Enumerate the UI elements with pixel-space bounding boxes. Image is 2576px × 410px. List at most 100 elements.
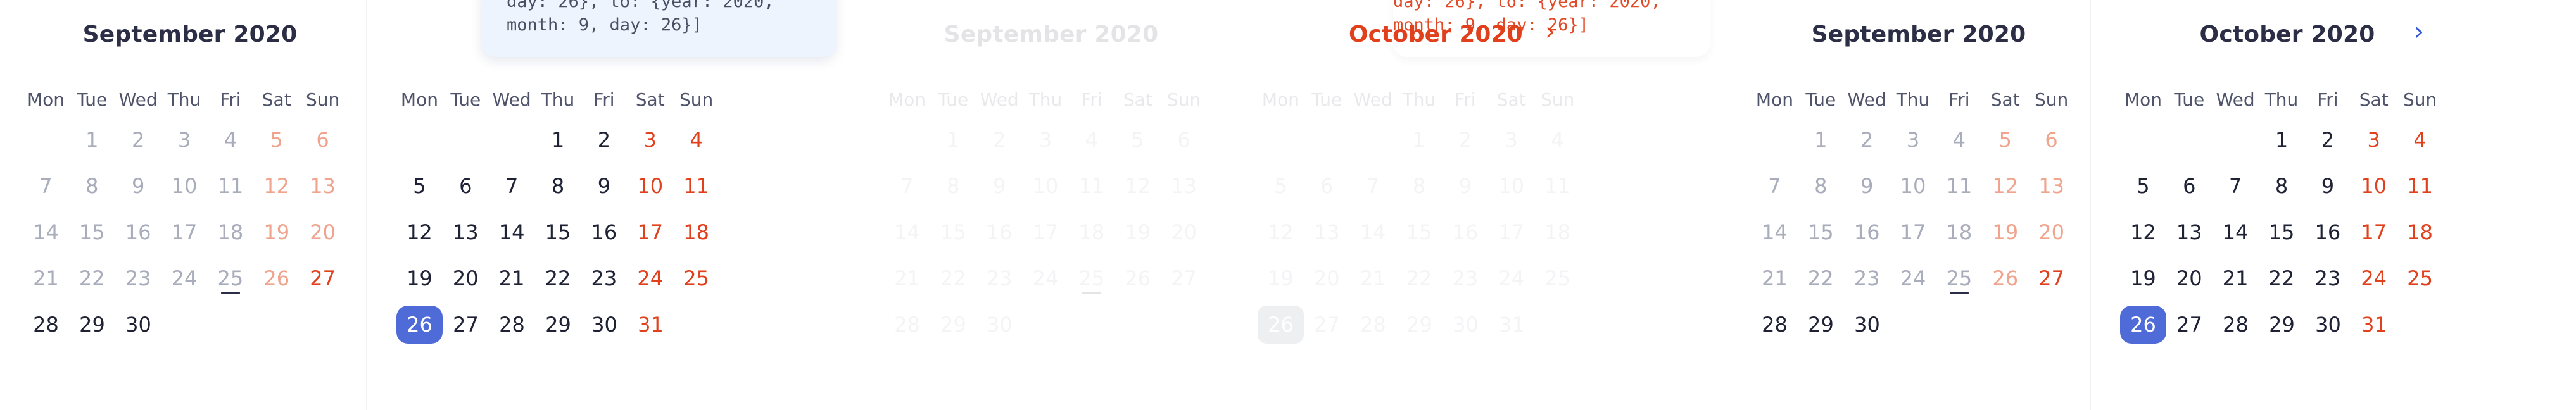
day-cell[interactable]: 10 — [627, 167, 673, 205]
day-cell[interactable]: 21 — [23, 259, 69, 297]
day-cell[interactable]: 3 — [627, 121, 673, 159]
day-cell[interactable]: 27 — [300, 259, 346, 297]
day-cell[interactable]: 18 — [1936, 213, 1982, 251]
day-cell[interactable]: 12 — [1982, 167, 2028, 205]
day-cell[interactable]: 4 — [1936, 121, 1982, 159]
day-cell[interactable]: 19 — [2120, 259, 2166, 297]
day-cell[interactable]: 24 — [161, 259, 208, 297]
day-cell[interactable]: 4 — [673, 121, 719, 159]
day-cell[interactable]: 27 — [2028, 259, 2074, 297]
day-cell[interactable]: 28 — [489, 306, 535, 344]
day-cell[interactable]: 21 — [489, 259, 535, 297]
day-cell[interactable]: 1 — [535, 121, 581, 159]
day-cell[interactable]: 13 — [443, 213, 489, 251]
day-cell[interactable]: 3 — [161, 121, 208, 159]
day-cell[interactable]: 16 — [115, 213, 161, 251]
day-cell[interactable]: 17 — [161, 213, 208, 251]
day-cell[interactable]: 1 — [2259, 121, 2305, 159]
day-cell[interactable]: 20 — [2166, 259, 2213, 297]
day-cell[interactable]: 11 — [673, 167, 719, 205]
day-cell[interactable]: 20 — [443, 259, 489, 297]
day-cell[interactable]: 3 — [1890, 121, 1936, 159]
day-cell[interactable]: 29 — [1798, 306, 1844, 344]
day-cell-selected[interactable]: 26 — [396, 305, 443, 344]
day-cell[interactable]: 30 — [115, 306, 161, 344]
day-cell[interactable]: 15 — [1798, 213, 1844, 251]
day-cell[interactable]: 19 — [1982, 213, 2028, 251]
chevron-right-icon[interactable]: › — [2414, 19, 2424, 44]
day-cell[interactable]: 24 — [2351, 259, 2397, 297]
day-cell[interactable]: 23 — [115, 259, 161, 297]
day-cell[interactable]: 23 — [1844, 259, 1890, 297]
day-cell[interactable]: 25 — [673, 259, 719, 297]
day-cell[interactable]: 13 — [300, 167, 346, 205]
day-cell[interactable]: 31 — [628, 306, 674, 344]
day-cell[interactable]: 15 — [2259, 213, 2305, 251]
day-cell[interactable]: 2 — [581, 121, 627, 159]
day-cell[interactable]: 2 — [2304, 121, 2351, 159]
day-cell[interactable]: 6 — [300, 121, 346, 159]
day-cell[interactable]: 2 — [1844, 121, 1890, 159]
day-cell[interactable]: 11 — [207, 167, 253, 205]
day-cell[interactable]: 21 — [1752, 259, 1798, 297]
day-cell[interactable]: 8 — [2259, 167, 2305, 205]
day-cell[interactable]: 13 — [2028, 167, 2074, 205]
day-cell[interactable]: 19 — [396, 259, 443, 297]
chevron-right-icon[interactable]: › — [1545, 19, 1555, 44]
day-cell[interactable]: 10 — [1890, 167, 1936, 205]
day-cell[interactable]: 16 — [2304, 213, 2351, 251]
day-cell[interactable]: 27 — [2166, 306, 2213, 344]
day-cell[interactable]: 28 — [2213, 306, 2259, 344]
day-cell[interactable]: 3 — [2351, 121, 2397, 159]
day-cell[interactable]: 7 — [2213, 167, 2259, 205]
day-cell[interactable]: 7 — [23, 167, 69, 205]
day-cell[interactable]: 29 — [69, 306, 115, 344]
day-cell[interactable]: 29 — [2259, 306, 2305, 344]
day-cell[interactable]: 14 — [23, 213, 69, 251]
day-cell[interactable]: 8 — [535, 167, 581, 205]
day-cell[interactable]: 16 — [581, 213, 627, 251]
day-cell[interactable]: 28 — [1752, 306, 1798, 344]
day-cell[interactable]: 26 — [1982, 259, 2028, 297]
day-cell[interactable]: 9 — [115, 167, 161, 205]
day-cell[interactable]: 4 — [207, 121, 253, 159]
day-cell[interactable]: 13 — [2166, 213, 2213, 251]
day-cell[interactable]: 30 — [2305, 306, 2351, 344]
day-cell[interactable]: 22 — [69, 259, 115, 297]
day-cell[interactable]: 29 — [535, 306, 581, 344]
day-cell[interactable]: 24 — [1890, 259, 1936, 297]
day-cell[interactable]: 19 — [253, 213, 300, 251]
day-cell[interactable]: 18 — [207, 213, 253, 251]
day-cell[interactable]: 5 — [1982, 121, 2028, 159]
day-cell[interactable]: 11 — [2397, 167, 2443, 205]
day-cell[interactable]: 16 — [1844, 213, 1890, 251]
day-cell[interactable]: 10 — [2351, 167, 2397, 205]
day-cell[interactable]: 12 — [253, 167, 300, 205]
day-cell[interactable]: 31 — [2351, 306, 2397, 344]
day-cell[interactable]: 26 — [253, 259, 300, 297]
day-cell-today[interactable]: 25 — [207, 259, 253, 297]
day-cell[interactable]: 20 — [300, 213, 346, 251]
day-cell[interactable]: 18 — [2397, 213, 2443, 251]
day-cell[interactable]: 6 — [2028, 121, 2074, 159]
day-cell[interactable]: 5 — [2120, 167, 2166, 205]
day-cell[interactable]: 22 — [2259, 259, 2305, 297]
day-cell[interactable]: 20 — [2028, 213, 2074, 251]
day-cell[interactable]: 5 — [253, 121, 300, 159]
day-cell[interactable]: 1 — [1798, 121, 1844, 159]
day-cell[interactable]: 8 — [69, 167, 115, 205]
day-cell[interactable]: 24 — [627, 259, 673, 297]
day-cell[interactable]: 28 — [23, 306, 69, 344]
day-cell[interactable]: 14 — [489, 213, 535, 251]
day-cell[interactable]: 18 — [673, 213, 719, 251]
day-cell[interactable]: 5 — [396, 167, 443, 205]
day-cell[interactable]: 27 — [443, 306, 489, 344]
day-cell[interactable]: 9 — [581, 167, 627, 205]
day-cell[interactable]: 17 — [2351, 213, 2397, 251]
day-cell[interactable]: 4 — [2397, 121, 2443, 159]
day-cell[interactable]: 22 — [1798, 259, 1844, 297]
day-cell[interactable]: 9 — [1844, 167, 1890, 205]
day-cell[interactable]: 10 — [161, 167, 208, 205]
day-cell[interactable]: 22 — [535, 259, 581, 297]
day-cell[interactable]: 14 — [1752, 213, 1798, 251]
